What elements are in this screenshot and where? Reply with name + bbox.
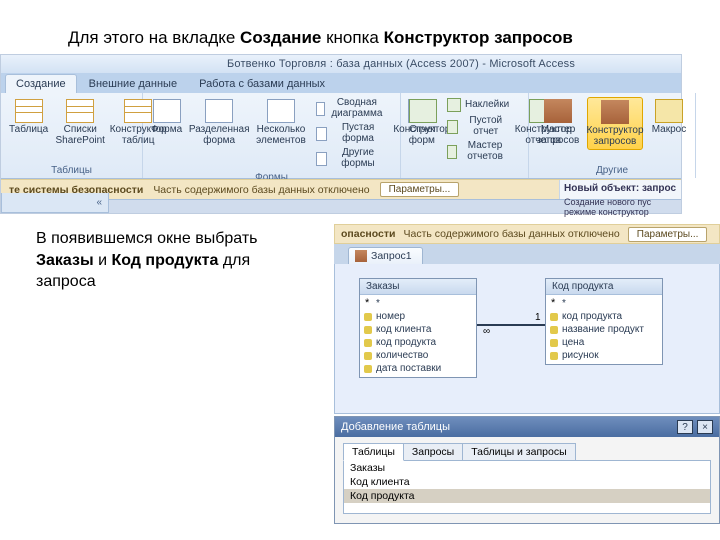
title-bar: Ботвенко Торговля : база данных (Access … bbox=[1, 55, 681, 73]
btn-report[interactable]: Отчет bbox=[407, 97, 439, 138]
btn-blank-form[interactable]: Пустая форма bbox=[314, 122, 387, 145]
dialog-help-button[interactable]: ? bbox=[677, 420, 693, 434]
table-product-code[interactable]: Код продукта * код продукта название про… bbox=[545, 278, 663, 365]
dialog-tab-queries[interactable]: Запросы bbox=[403, 443, 463, 461]
dialog-title: Добавление таблицы bbox=[341, 421, 450, 433]
field-price[interactable]: цена bbox=[546, 336, 662, 349]
field-picture[interactable]: рисунок bbox=[546, 349, 662, 362]
report-icon bbox=[409, 99, 437, 123]
show-table-dialog: Добавление таблицы ? × Таблицы Запросы Т… bbox=[334, 416, 720, 524]
btn-split-form[interactable]: Разделенная форма bbox=[190, 97, 248, 148]
table-design-icon bbox=[124, 99, 152, 123]
field-client-id[interactable]: код клиента bbox=[360, 323, 476, 336]
chevron-left-icon: « bbox=[96, 197, 102, 208]
field-delivery-date[interactable]: дата поставки bbox=[360, 362, 476, 375]
field-product-id[interactable]: код продукта bbox=[360, 336, 476, 349]
field-number[interactable]: номер bbox=[360, 310, 476, 323]
dialog-tabs: Таблицы Запросы Таблицы и запросы bbox=[343, 443, 711, 461]
field-star[interactable]: * bbox=[546, 297, 662, 310]
dialog-tab-tables[interactable]: Таблицы bbox=[343, 443, 404, 461]
nav-pane-collapse[interactable]: « bbox=[1, 193, 109, 213]
field-product-id[interactable]: код продукта bbox=[546, 310, 662, 323]
tab-database-tools[interactable]: Работа с базами данных bbox=[189, 75, 335, 93]
table-icon bbox=[15, 99, 43, 123]
btn-labels[interactable]: Наклейки bbox=[445, 97, 511, 113]
group-other: Мастер запросов Конструктор запросов Мак… bbox=[529, 93, 696, 178]
labels-icon bbox=[447, 98, 461, 112]
blank-form-icon bbox=[316, 127, 328, 141]
field-star[interactable]: * bbox=[360, 297, 476, 310]
query-design-icon bbox=[601, 100, 629, 124]
group-tables: Таблица Списки SharePoint Конструктор та… bbox=[1, 93, 143, 178]
btn-form[interactable]: Форма bbox=[149, 97, 184, 138]
access-window-ribbon: Ботвенко Торговля : база данных (Access … bbox=[0, 54, 682, 214]
btn-macro[interactable]: Макрос bbox=[649, 97, 689, 138]
btn-more-forms[interactable]: Другие формы bbox=[314, 147, 387, 170]
report-wizard-icon bbox=[447, 145, 457, 159]
security-message: Часть содержимого базы данных отключено bbox=[153, 184, 369, 196]
dialog-titlebar[interactable]: Добавление таблицы ? × bbox=[335, 417, 719, 437]
list-item-product-id[interactable]: Код продукта bbox=[344, 489, 710, 503]
document-tabs: Запрос1 bbox=[334, 244, 720, 264]
group-label-reports bbox=[407, 174, 522, 176]
security-bar-bottom: опасности Часть содержимого базы данных … bbox=[334, 224, 720, 244]
btn-query-design[interactable]: Конструктор запросов bbox=[587, 97, 643, 150]
ribbon-tabs: Создание Внешние данные Работа с базами … bbox=[1, 73, 681, 93]
pivot-chart-icon bbox=[316, 102, 325, 116]
list-item-orders[interactable]: Заказы bbox=[344, 461, 710, 475]
macro-icon bbox=[655, 99, 683, 123]
ribbon: Таблица Списки SharePoint Конструктор та… bbox=[1, 93, 681, 179]
sharepoint-icon bbox=[66, 99, 94, 123]
form-icon bbox=[153, 99, 181, 123]
group-label-tables: Таблицы bbox=[7, 163, 136, 176]
dialog-table-list[interactable]: Заказы Код клиента Код продукта bbox=[343, 460, 711, 514]
query-wizard-icon bbox=[544, 99, 572, 123]
btn-report-wizard[interactable]: Мастер отчетов bbox=[445, 140, 511, 163]
group-reports: Отчет Наклейки Пустой отчет Мастер отчет… bbox=[401, 93, 529, 178]
rel-many-label: ∞ bbox=[481, 326, 492, 337]
btn-query-wizard[interactable]: Мастер запросов bbox=[535, 97, 581, 148]
rel-one-label: 1 bbox=[533, 312, 543, 323]
tab-external-data[interactable]: Внешние данные bbox=[79, 75, 187, 93]
dialog-tab-both[interactable]: Таблицы и запросы bbox=[462, 443, 575, 461]
btn-multiple-items[interactable]: Несколько элементов bbox=[254, 97, 308, 148]
list-item-client-id[interactable]: Код клиента bbox=[344, 475, 710, 489]
field-product-name[interactable]: название продукт bbox=[546, 323, 662, 336]
multi-items-icon bbox=[267, 99, 295, 123]
dialog-close-button[interactable]: × bbox=[697, 420, 713, 434]
btn-blank-report[interactable]: Пустой отчет bbox=[445, 115, 511, 138]
table-product-title: Код продукта bbox=[546, 279, 662, 295]
btn-pivot-chart[interactable]: Сводная диаграмма bbox=[314, 97, 387, 120]
field-quantity[interactable]: количество bbox=[360, 349, 476, 362]
instruction-1: Для этого на вкладке Создание кнопка Кон… bbox=[68, 28, 573, 48]
more-forms-icon bbox=[316, 152, 327, 166]
query-icon bbox=[355, 250, 367, 262]
access-window-query: опасности Часть содержимого базы данных … bbox=[334, 224, 720, 524]
security-warning-label: опасности bbox=[341, 228, 396, 240]
group-label-other: Другие bbox=[535, 163, 689, 176]
tab-query1[interactable]: Запрос1 bbox=[348, 247, 423, 264]
options-button[interactable]: Параметры... bbox=[380, 182, 460, 197]
table-orders-title: Заказы bbox=[360, 279, 476, 295]
group-forms: Форма Разделенная форма Несколько элемен… bbox=[143, 93, 401, 178]
query-design-canvas[interactable]: Заказы * номер код клиента код продукта … bbox=[334, 264, 720, 414]
btn-table[interactable]: Таблица bbox=[7, 97, 50, 138]
btn-sharepoint-lists[interactable]: Списки SharePoint bbox=[56, 97, 104, 148]
split-form-icon bbox=[205, 99, 233, 123]
tooltip-panel: Новый объект: запрос Создание нового пус… bbox=[559, 180, 681, 199]
blank-report-icon bbox=[447, 120, 458, 134]
tab-create[interactable]: Создание bbox=[5, 74, 77, 93]
instruction-2: В появившемся окне выбрать Заказы и Код … bbox=[36, 228, 296, 293]
table-orders[interactable]: Заказы * номер код клиента код продукта … bbox=[359, 278, 477, 378]
options-button[interactable]: Параметры... bbox=[628, 227, 708, 242]
security-message: Часть содержимого базы данных отключено bbox=[404, 228, 620, 240]
